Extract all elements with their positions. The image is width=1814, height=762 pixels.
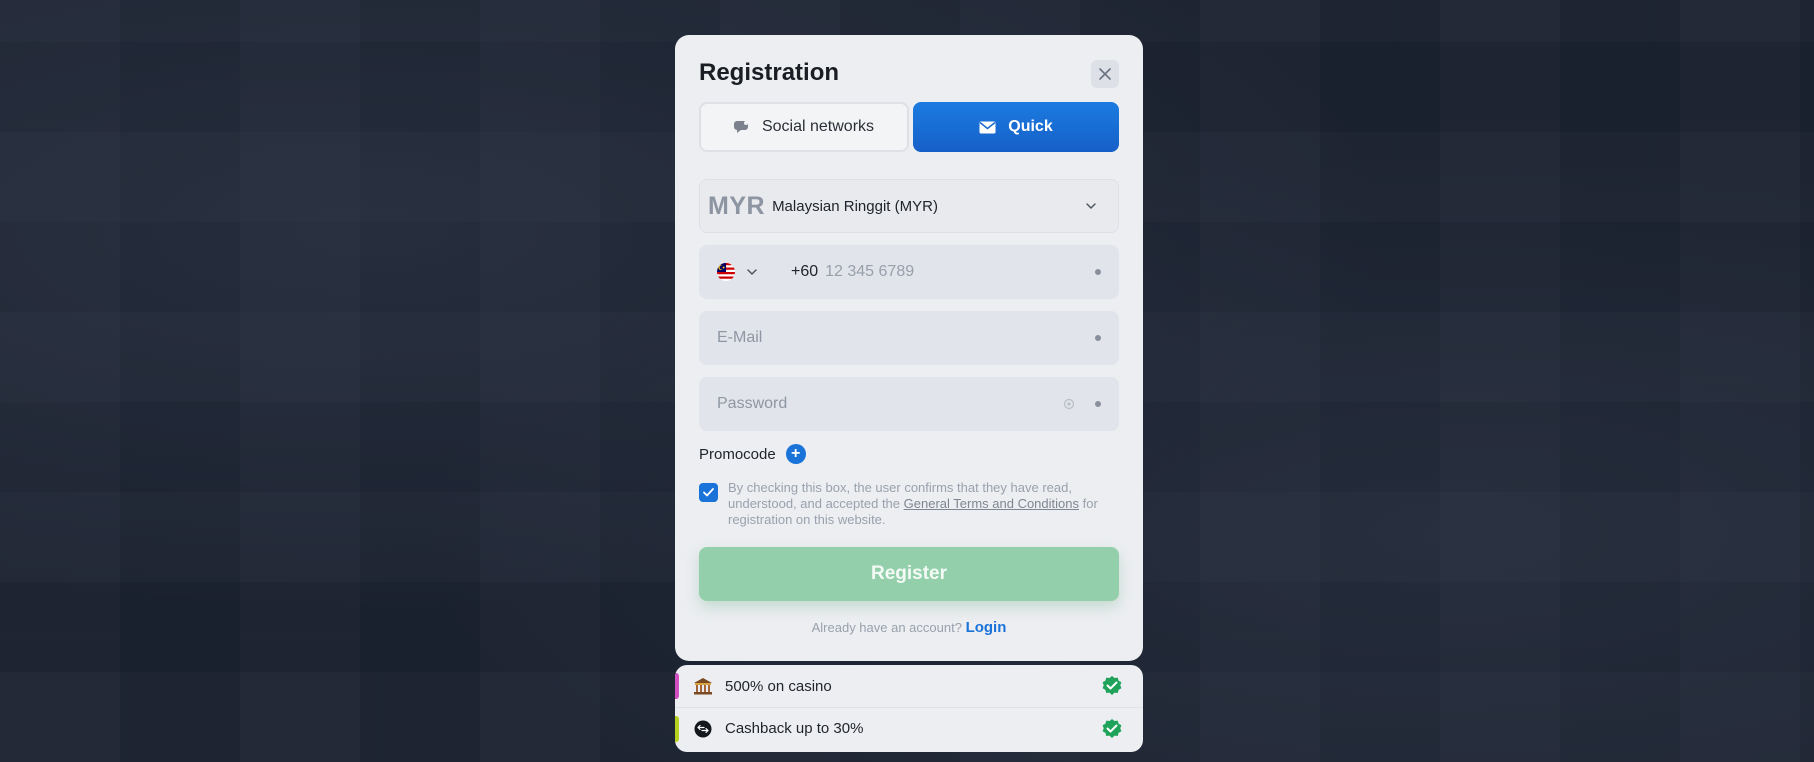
email-field[interactable]: E-Mail — [699, 311, 1119, 365]
chevron-down-icon — [1086, 203, 1096, 209]
modal-title: Registration — [699, 59, 840, 86]
currency-select[interactable]: MYR Malaysian Ringgit (MYR) — [699, 179, 1119, 233]
envelope-icon — [979, 121, 996, 133]
tab-social-networks-label: Social networks — [761, 118, 875, 135]
close-button[interactable] — [1091, 60, 1119, 88]
chevron-down-icon[interactable] — [747, 269, 757, 275]
tab-quick[interactable]: Quick — [913, 102, 1119, 152]
required-indicator — [1095, 401, 1101, 407]
chat-bubble-icon — [733, 121, 748, 133]
password-field[interactable]: Password — [699, 377, 1119, 431]
login-link[interactable]: Login — [966, 619, 1007, 636]
phone-field[interactable]: +60 12 345 6789 — [699, 245, 1119, 299]
terms-text: By checking this box, the user confirms … — [728, 480, 1119, 528]
required-indicator — [1095, 269, 1101, 275]
bonus-item: 500% on casino — [675, 665, 1143, 707]
malaysia-flag-icon[interactable] — [717, 263, 735, 281]
registration-tabs: Social networks Quick — [699, 102, 1119, 152]
login-prompt: Already have an account? — [811, 620, 962, 635]
login-prompt-row: Already have an account? Login — [699, 619, 1119, 636]
password-input[interactable]: Password — [717, 395, 787, 413]
terms-link[interactable]: General Terms and Conditions — [904, 496, 1079, 511]
promocode-label: Promocode — [699, 445, 776, 463]
checkmark-icon — [703, 488, 714, 497]
currency-code: MYR — [708, 191, 766, 220]
email-input[interactable]: E-Mail — [717, 329, 762, 347]
bonus-panel: 500% on casino Cashback up to 30% — [675, 665, 1143, 752]
bonus-label: Cashback up to 30% — [725, 720, 864, 737]
tab-quick-label: Quick — [1008, 118, 1053, 135]
bonus-accent — [675, 716, 679, 742]
register-button[interactable]: Register — [699, 547, 1119, 601]
cashback-coin-icon — [693, 719, 713, 739]
terms-consent: By checking this box, the user confirms … — [699, 480, 1119, 528]
casino-building-icon — [693, 676, 713, 696]
phone-input[interactable]: 12 345 6789 — [825, 263, 914, 281]
close-icon — [1099, 68, 1111, 80]
bonus-item: Cashback up to 30% — [675, 707, 1143, 749]
required-indicator — [1095, 335, 1101, 341]
bonus-accent — [675, 673, 679, 699]
currency-name: Malaysian Ringgit (MYR) — [772, 197, 938, 215]
verified-check-icon — [1102, 718, 1122, 738]
terms-checkbox[interactable] — [699, 483, 718, 502]
promocode-toggle[interactable]: Promocode + — [699, 444, 806, 464]
eye-icon[interactable] — [1063, 398, 1075, 410]
bonus-label: 500% on casino — [725, 677, 832, 695]
plus-icon[interactable]: + — [785, 444, 806, 464]
registration-modal: Registration Social networks Quick MYR M… — [675, 35, 1143, 661]
verified-check-icon — [1102, 676, 1122, 695]
phone-country-code: +60 — [791, 263, 819, 280]
tab-social-networks[interactable]: Social networks — [699, 102, 909, 152]
